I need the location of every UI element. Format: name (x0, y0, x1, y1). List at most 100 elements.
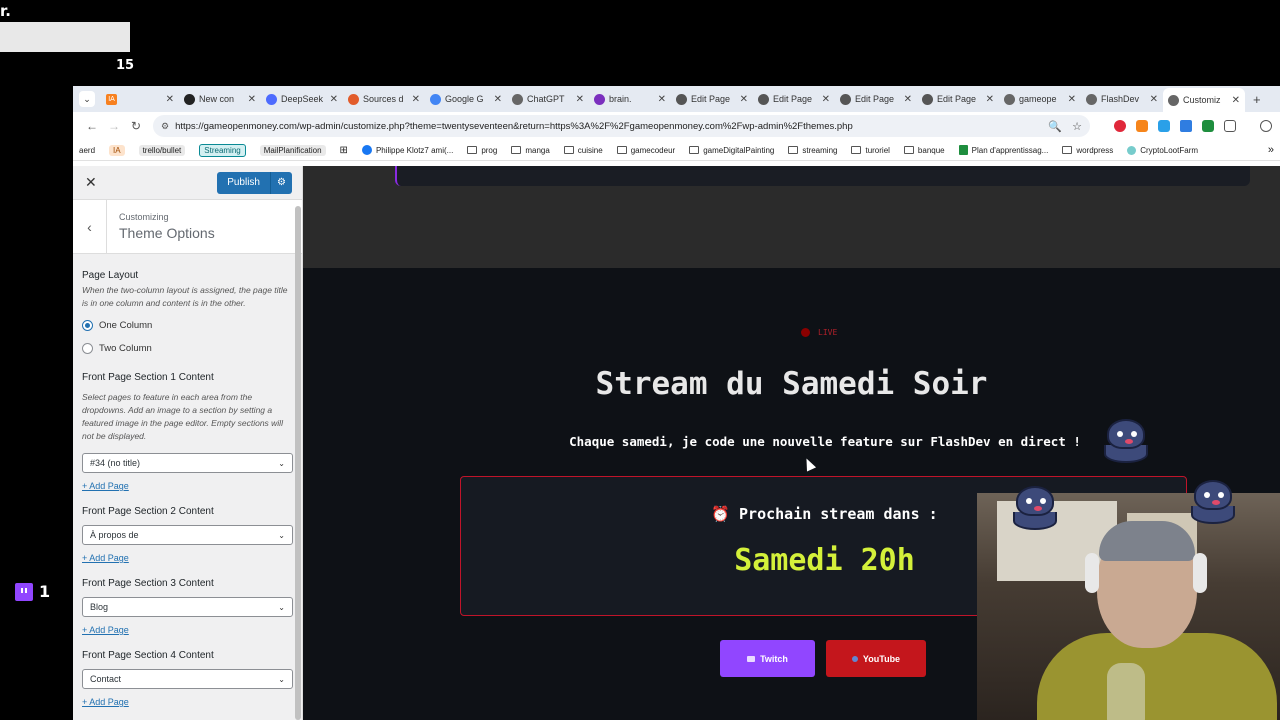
wordpress-icon (676, 93, 687, 105)
radio-two-column[interactable]: Two Column (82, 343, 293, 354)
bookmark-item[interactable]: gamecodeur (616, 146, 675, 155)
radio-one-column[interactable]: One Column (82, 320, 293, 331)
publish-button[interactable]: Publish (217, 171, 270, 194)
metamask-extension-icon[interactable] (1136, 120, 1148, 132)
section-4-dropdown[interactable]: Contact ⌄ (82, 669, 293, 689)
section-1-dropdown[interactable]: #34 (no title) ⌄ (82, 453, 293, 473)
bookmark-item[interactable]: Plan d'apprentissag... (958, 145, 1048, 155)
tab-close-icon[interactable]: ✕ (166, 94, 174, 105)
apps-grid-icon[interactable]: ⊞ (340, 145, 348, 156)
bookmark-item[interactable]: turoriel (851, 146, 890, 155)
browser-tab[interactable]: FlashDev ✕ (1081, 88, 1163, 110)
back-arrow-icon[interactable]: ‹ (73, 199, 107, 254)
tab-close-icon[interactable]: ✕ (330, 94, 338, 105)
bookmark-item[interactable]: streaming (788, 146, 837, 155)
browser-tab[interactable]: Edit Page ✕ (835, 88, 917, 110)
browser-tab[interactable]: brain. ✕ (589, 88, 671, 110)
tab-title: Customiz (1183, 95, 1221, 105)
back-button[interactable]: ← (81, 119, 103, 133)
twitch-button[interactable]: Twitch (720, 640, 815, 677)
bookmark-label: MailPlanification (259, 144, 326, 156)
tab-title: DeepSeek (281, 94, 324, 104)
octopus-mascot-icon (1188, 480, 1238, 528)
bookmark-item[interactable]: prog (467, 146, 497, 155)
bookmark-item[interactable]: Philippe Klotz7 ami(... (361, 145, 453, 155)
bookmark-item[interactable]: manga (511, 146, 550, 155)
section-2-dropdown[interactable]: À propos de ⌄ (82, 525, 293, 545)
browser-tab[interactable]: New con ✕ (179, 88, 261, 110)
browser-tab[interactable]: IA ✕ (101, 88, 179, 110)
site-info-icon[interactable]: ⚙ (161, 121, 169, 132)
browser-tab[interactable]: Edit Page ✕ (671, 88, 753, 110)
browser-tab[interactable]: Customiz ✕ (1163, 88, 1245, 112)
url-field[interactable]: ⚙ https://gameopenmoney.com/wp-admin/cus… (153, 115, 1090, 137)
tab-close-icon[interactable]: ✕ (986, 94, 994, 105)
publish-settings-gear-icon[interactable]: ⚙ (270, 171, 292, 194)
forward-button[interactable]: → (103, 119, 125, 133)
bookmark-item[interactable]: MailPlanification (259, 144, 326, 156)
customizer-header: ✕ Publish ⚙ (73, 166, 302, 200)
browser-tab[interactable]: Sources d ✕ (343, 88, 425, 110)
history-icon[interactable] (1260, 120, 1272, 132)
radio-button[interactable] (82, 320, 93, 331)
download-icon[interactable] (1180, 120, 1192, 132)
tab-search-button[interactable]: ⌄ (79, 91, 95, 107)
tab-close-icon[interactable]: ✕ (494, 94, 502, 105)
bookmark-item[interactable]: cuisine (563, 146, 603, 155)
browser-tab[interactable]: DeepSeek ✕ (261, 88, 343, 110)
bookmark-label: Streaming (199, 143, 246, 157)
bookmark-item[interactable]: aerd (79, 146, 95, 155)
bookmark-item[interactable]: CryptoLootFarm (1127, 145, 1198, 155)
browser-tab[interactable]: Edit Page ✕ (753, 88, 835, 110)
bookmark-item[interactable]: IA (109, 144, 125, 156)
tab-close-icon[interactable]: ✕ (1068, 94, 1076, 105)
new-tab-button[interactable]: + (1253, 92, 1261, 107)
overlay-alert-bar (0, 22, 130, 52)
youtube-button-label: YouTube (862, 653, 901, 664)
tab-close-icon[interactable]: ✕ (658, 94, 666, 105)
bookmark-label: wordpress (1076, 145, 1114, 155)
add-page-link[interactable]: + Add Page (82, 625, 293, 635)
add-page-link[interactable]: + Add Page (82, 553, 293, 563)
sheets-extension-icon[interactable] (1202, 120, 1214, 132)
overlay-twitch-viewers: 1 (15, 582, 50, 601)
bookmark-star-icon[interactable]: ☆ (1072, 120, 1082, 133)
tab-close-icon[interactable]: ✕ (822, 94, 830, 105)
adblock-extension-icon[interactable] (1114, 120, 1126, 132)
more-bookmarks-chevron-icon[interactable]: » (1268, 144, 1274, 156)
bookmark-item[interactable]: Streaming (199, 143, 246, 157)
browser-tab[interactable]: gameope ✕ (999, 88, 1081, 110)
section-label: Front Page Section 2 Content (82, 506, 214, 517)
browser-tab[interactable]: Edit Page ✕ (917, 88, 999, 110)
extensions-puzzle-icon[interactable] (1224, 120, 1236, 132)
section-label: Front Page Section 3 Content (82, 578, 214, 589)
browser-tab[interactable]: Google G ✕ (425, 88, 507, 110)
tab-close-icon[interactable]: ✕ (904, 94, 912, 105)
tab-title: Edit Page (937, 94, 977, 104)
radio-button[interactable] (82, 343, 93, 354)
browser-tab[interactable]: ChatGPT ✕ (507, 88, 589, 110)
extension-icon[interactable] (1158, 120, 1170, 132)
bookmark-label: banque (917, 145, 945, 155)
reload-button[interactable]: ↻ (125, 119, 147, 133)
tab-close-icon[interactable]: ✕ (412, 94, 420, 105)
bookmark-label: streaming (802, 145, 838, 155)
bookmark-item[interactable]: wordpress (1062, 146, 1113, 155)
zoom-icon[interactable]: 🔍 (1048, 120, 1062, 133)
tab-close-icon[interactable]: ✕ (576, 94, 584, 105)
bookmark-item[interactable]: gameDigitalPainting (689, 146, 774, 155)
bookmark-label: prog (481, 145, 498, 155)
sidebar-scrollbar[interactable] (295, 206, 301, 720)
tab-close-icon[interactable]: ✕ (740, 94, 748, 105)
youtube-button[interactable]: YouTube (826, 640, 926, 677)
tab-close-icon[interactable]: ✕ (248, 94, 256, 105)
tab-close-icon[interactable]: ✕ (1150, 94, 1158, 105)
bookmark-item[interactable]: banque (903, 145, 945, 155)
bookmark-item[interactable]: trello/bullet (138, 144, 186, 156)
section-3-dropdown[interactable]: Blog ⌄ (82, 597, 293, 617)
add-page-link[interactable]: + Add Page (82, 697, 293, 707)
sources-icon (348, 93, 359, 105)
close-icon[interactable]: ✕ (85, 174, 97, 191)
tab-close-icon[interactable]: ✕ (1232, 95, 1240, 106)
add-page-link[interactable]: + Add Page (82, 481, 293, 491)
